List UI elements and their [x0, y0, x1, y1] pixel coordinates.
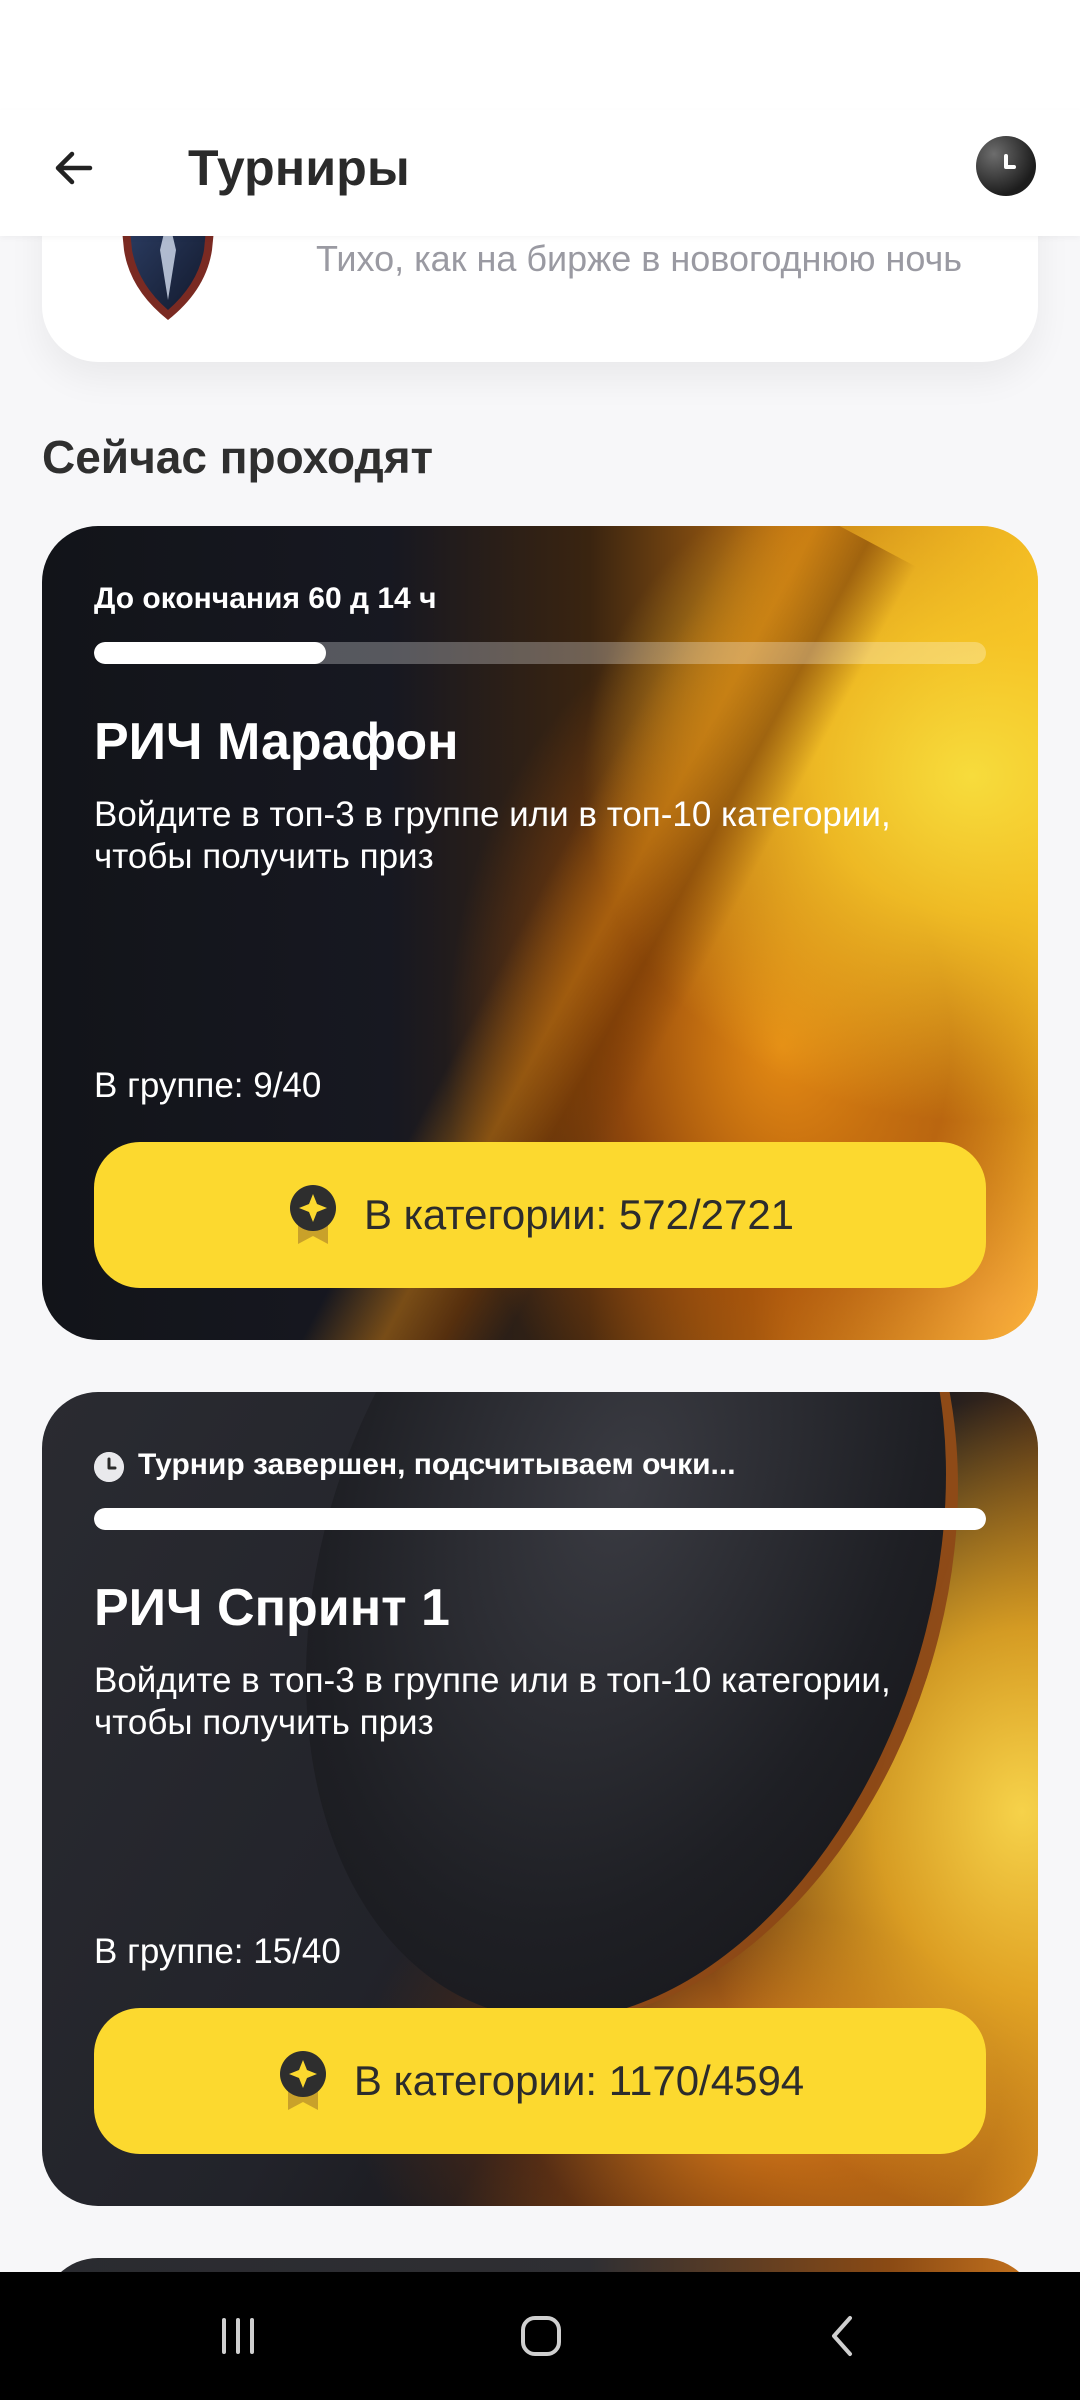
tournament-card[interactable]: До окончания 60 д 14 ч РИЧ Марафон Войди… — [42, 526, 1038, 1340]
group-rank: В группе: 9/40 — [94, 1066, 322, 1105]
system-nav-bar — [0, 2272, 1080, 2400]
progress-fill — [94, 1508, 986, 1530]
tournament-card[interactable]: Турнир завершен, подсчитываем очки... РИ… — [42, 1392, 1038, 2206]
status-bar-area — [0, 0, 1080, 110]
arrow-left-icon — [55, 151, 93, 185]
tournament-status: Турнир завершен, подсчитываем очки... — [138, 1448, 736, 1481]
clock-icon — [94, 1452, 124, 1482]
star-badge-icon — [279, 2051, 326, 2110]
group-rank: В группе: 15/40 — [94, 1932, 341, 1971]
section-title: Сейчас проходят — [42, 431, 434, 483]
league-status-text: Тихо, как на бирже в новогоднюю ночь — [316, 238, 963, 279]
tournament-timer: До окончания 60 д 14 ч — [94, 582, 437, 615]
recent-apps-icon — [222, 2318, 254, 2354]
home-button[interactable] — [481, 2296, 601, 2376]
clock-icon — [1004, 154, 1016, 169]
back-nav-button[interactable] — [784, 2296, 904, 2376]
tournament-description: Войдите в топ-3 в группе или в топ-10 ка… — [94, 1661, 891, 1742]
tournament-title: РИЧ Марафон — [94, 713, 459, 771]
back-button[interactable] — [42, 136, 106, 200]
back-chevron-icon — [832, 2316, 852, 2356]
tournament-description: Войдите в топ-3 в группе или в топ-10 ка… — [94, 795, 891, 876]
history-button[interactable] — [976, 136, 1036, 196]
tournament-title: РИЧ Спринт 1 — [94, 1579, 450, 1637]
tournament-progress-bar — [94, 642, 986, 664]
category-rank-button[interactable]: В категории: 572/2721 — [94, 1142, 986, 1288]
app-bar: Турниры — [0, 110, 1080, 236]
category-rank-label: В категории: 572/2721 — [363, 1191, 795, 1238]
category-rank-button[interactable]: В категории: 1170/4594 — [94, 2008, 986, 2154]
page-title: Турниры — [188, 140, 410, 196]
tournament-progress-bar — [94, 1508, 986, 1530]
recent-apps-button[interactable] — [178, 2296, 298, 2376]
home-icon — [521, 2316, 561, 2356]
progress-fill — [94, 642, 326, 664]
star-badge-icon — [289, 1185, 336, 1244]
category-rank-label: В категории: 1170/4594 — [353, 2057, 805, 2104]
